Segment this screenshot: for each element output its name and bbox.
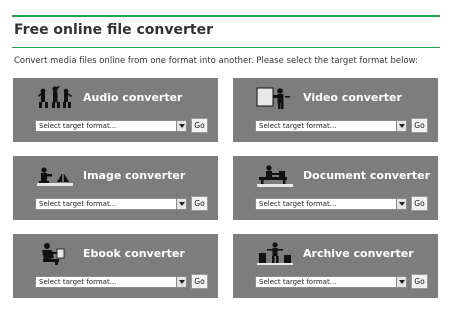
title-divider bbox=[12, 47, 440, 48]
image-format-select[interactable]: Select target format... bbox=[35, 198, 187, 210]
ebook-format-select-value: Select target format... bbox=[39, 278, 117, 286]
ebook-converter-card: Ebook converter Select target format... … bbox=[13, 234, 218, 298]
document-converter-title: Document converter bbox=[303, 169, 430, 182]
archive-worker-icon bbox=[255, 240, 295, 266]
image-format-select-value: Select target format... bbox=[39, 200, 117, 208]
video-format-select-value: Select target format... bbox=[259, 122, 337, 130]
top-divider bbox=[12, 15, 440, 17]
archive-go-button[interactable]: Go bbox=[411, 274, 428, 289]
audio-converter-title: Audio converter bbox=[83, 91, 183, 104]
document-desk-icon bbox=[255, 162, 295, 188]
image-camera-icon bbox=[35, 162, 75, 188]
image-go-button[interactable]: Go bbox=[191, 196, 208, 211]
video-converter-title: Video converter bbox=[303, 91, 402, 104]
image-converter-card: Image converter Select target format... … bbox=[13, 156, 218, 220]
video-camera-icon bbox=[255, 84, 295, 110]
audio-format-select-value: Select target format... bbox=[39, 122, 117, 130]
chevron-down-icon[interactable] bbox=[176, 277, 186, 287]
audio-go-button[interactable]: Go bbox=[191, 118, 208, 133]
ebook-converter-title: Ebook converter bbox=[83, 247, 185, 260]
archive-converter-card: Archive converter Select target format..… bbox=[233, 234, 438, 298]
video-format-select[interactable]: Select target format... bbox=[255, 120, 407, 132]
chevron-down-icon[interactable] bbox=[396, 199, 406, 209]
video-converter-card: Video converter Select target format... … bbox=[233, 78, 438, 142]
archive-format-select[interactable]: Select target format... bbox=[255, 276, 407, 288]
archive-converter-title: Archive converter bbox=[303, 247, 414, 260]
document-format-select-value: Select target format... bbox=[259, 200, 337, 208]
ebook-go-button[interactable]: Go bbox=[191, 274, 208, 289]
chevron-down-icon[interactable] bbox=[176, 121, 186, 131]
document-go-button[interactable]: Go bbox=[411, 196, 428, 211]
image-converter-title: Image converter bbox=[83, 169, 186, 182]
chevron-down-icon[interactable] bbox=[396, 121, 406, 131]
document-format-select[interactable]: Select target format... bbox=[255, 198, 407, 210]
audio-people-icon bbox=[35, 84, 75, 110]
ebook-format-select[interactable]: Select target format... bbox=[35, 276, 187, 288]
archive-format-select-value: Select target format... bbox=[259, 278, 337, 286]
page-title: Free online file converter bbox=[14, 22, 214, 38]
chevron-down-icon[interactable] bbox=[396, 277, 406, 287]
intro-text: Convert media files online from one form… bbox=[14, 55, 418, 65]
document-converter-card: Document converter Select target format.… bbox=[233, 156, 438, 220]
ebook-reader-icon bbox=[35, 240, 75, 266]
chevron-down-icon[interactable] bbox=[176, 199, 186, 209]
video-go-button[interactable]: Go bbox=[411, 118, 428, 133]
audio-format-select[interactable]: Select target format... bbox=[35, 120, 187, 132]
audio-converter-card: Audio converter Select target format... … bbox=[13, 78, 218, 142]
